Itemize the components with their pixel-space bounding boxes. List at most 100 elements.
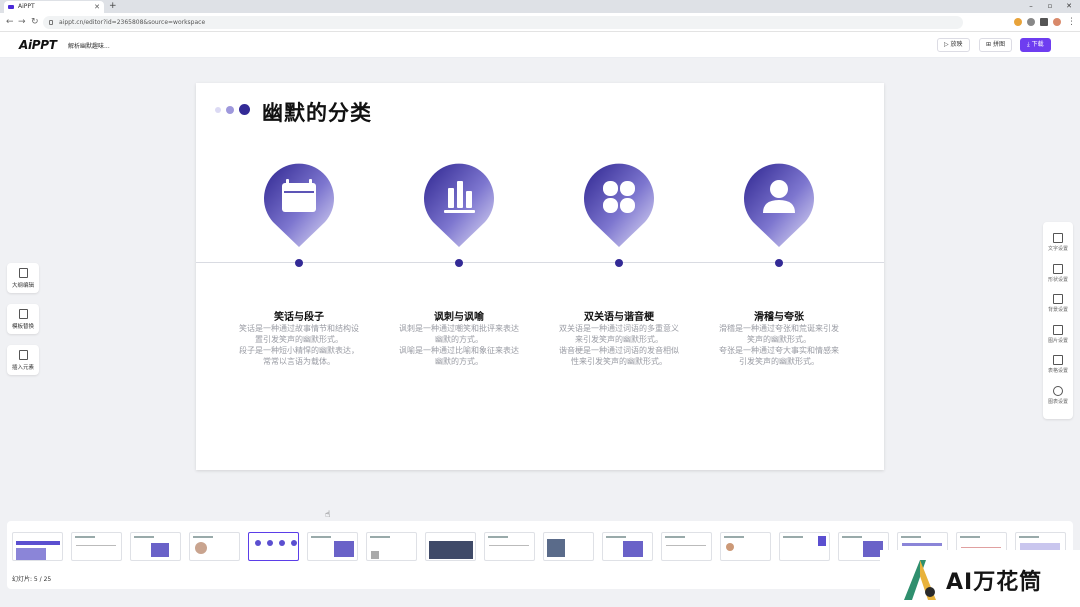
tab-title: AiPPT [18,3,35,10]
decor-dot-1 [215,107,221,113]
address-bar-row: ← → ↻ aippt.cn/editor?id=2365808&source=… [0,13,1080,32]
slide-thumbnail[interactable] [779,532,830,561]
pin-shape-1[interactable] [263,161,335,247]
card-desc-line: 常常以言语为载体。 [263,357,335,366]
window-minimize-icon[interactable]: – [1024,0,1038,12]
card-desc-line: 置引发笑声的幽默形式。 [255,335,343,344]
slide-thumbnail[interactable] [307,532,358,561]
card-desc-line: 谐音梗是一种通过词语的发音相似 [559,346,679,355]
collage-button[interactable]: ⊞ 拼图 [979,38,1012,52]
pin-shape-4[interactable] [743,161,815,247]
url-text: aippt.cn/editor?id=2365808&source=worksp… [59,19,206,26]
watermark-logo-icon [904,560,936,600]
shape-settings-button[interactable]: 形状设置 [1043,264,1073,283]
lock-icon [49,20,53,25]
template-replace-button[interactable]: 模板替换 [7,304,39,334]
slide-thumbnail[interactable] [661,532,712,561]
download-button[interactable]: ⤓ 下载 [1020,38,1051,52]
chart-icon [1053,386,1063,396]
right-settings-panel: 文字设置 形状设置 背景设置 图片设置 表格设置 图表设置 [1043,222,1073,419]
slide-thumbnail[interactable] [366,532,417,561]
card-desc-3[interactable]: 双关语是一种通过词语的多重意义 来引发笑声的幽默形式。 谐音梗是一种通过词语的发… [544,323,694,367]
url-field[interactable]: aippt.cn/editor?id=2365808&source=worksp… [43,16,963,29]
new-tab-button[interactable]: + [109,0,117,13]
slide-canvas[interactable]: 幽默的分类 笑话与段子 笑话是一种通过故事情节和结构设 置引发笑声的幽默形式。 … [196,83,884,470]
timeline-dot-3 [615,259,623,267]
slide-thumbnail[interactable] [130,532,181,561]
outline-icon [18,268,28,278]
table-settings-button[interactable]: 表格设置 [1043,355,1073,374]
card-desc-line: 性来引发笑声的幽默形式。 [571,357,667,366]
card-desc-line: 引发笑声的幽默形式。 [739,357,819,366]
app-logo[interactable]: AiPPT [19,38,57,52]
pin-shape-3[interactable] [583,161,655,247]
slide-thumbnail[interactable] [12,532,63,561]
slide-thumbnail[interactable] [425,532,476,561]
card-title-2[interactable]: 讽刺与讽喻 [384,308,534,323]
app-header: AiPPT 解析幽默趣味... ▷ 放映 ⊞ 拼图 ⤓ 下载 [0,32,1080,58]
hand-cursor-icon: ☝ [325,510,331,520]
slide-title[interactable]: 幽默的分类 [262,97,372,127]
forward-icon[interactable]: → [18,16,26,28]
card-desc-2[interactable]: 讽刺是一种通过嘲笑和批评来表达 幽默的方式。 讽喻是一种通过比喻和象征来表达 幽… [384,323,534,367]
card-title-4[interactable]: 滑稽与夸张 [704,308,854,323]
close-tab-icon[interactable]: ✕ [94,1,100,13]
slide-page-info: 幻灯片: 5 / 25 [12,576,52,583]
browser-menu-icon[interactable]: ⋮ [1067,16,1076,28]
shape-settings-label: 形状设置 [1047,277,1068,283]
slide-thumbnail[interactable] [602,532,653,561]
watermark-text: AI万花筒 [946,570,1043,595]
card-desc-line: 双关语是一种通过词语的多重意义 [559,324,679,333]
reload-icon[interactable]: ↻ [31,16,39,28]
table-icon [1053,355,1063,365]
outline-edit-label: 大纲编辑 [11,283,34,289]
slide-thumbnail[interactable] [189,532,240,561]
chart-settings-button[interactable]: 图表设置 [1043,386,1073,405]
calendar-icon [282,179,316,212]
template-replace-label: 模板替换 [11,324,34,330]
sidebar-icon[interactable] [1040,18,1048,26]
window-close-icon[interactable]: ✕ [1062,0,1076,12]
collage-label: 拼图 [992,41,1005,48]
slide-thumbnail[interactable] [720,532,771,561]
play-button[interactable]: ▷ 放映 [937,38,970,52]
shape-icon [1053,264,1063,274]
table-settings-label: 表格设置 [1047,368,1068,374]
decor-dot-2 [226,106,234,114]
browser-tab[interactable]: AiPPT ✕ [4,1,104,13]
card-desc-line: 来引发笑声的幽默形式。 [575,335,663,344]
slide-thumbnail[interactable] [484,532,535,561]
card-desc-line: 段子是一种短小精悍的幽默表达， [239,346,359,355]
text-settings-button[interactable]: 文字设置 [1043,233,1073,252]
play-label: 放映 [950,41,963,48]
card-desc-1[interactable]: 笑话是一种通过故事情节和结构设 置引发笑声的幽默形式。 段子是一种短小精悍的幽默… [224,323,374,367]
card-desc-line: 幽默的方式。 [435,357,483,366]
background-settings-button[interactable]: 背景设置 [1043,294,1073,313]
outline-edit-button[interactable]: 大纲编辑 [7,263,39,293]
card-desc-4[interactable]: 滑稽是一种通过夸张和荒诞来引发 笑声的幽默形式。 夸张是一种通过夸大事实和情感来… [704,323,854,367]
insert-element-button[interactable]: 插入元素 [7,345,39,375]
extension-icon[interactable] [1014,18,1022,26]
card-desc-line: 滑稽是一种通过夸张和荒诞来引发 [719,324,839,333]
slide-thumbnail[interactable] [71,532,122,561]
favicon-icon [8,5,14,9]
image-icon [1053,325,1063,335]
card-title-1[interactable]: 笑话与段子 [224,308,374,323]
card-title-3[interactable]: 双关语与谐音梗 [544,308,694,323]
card-desc-line: 讽喻是一种通过比喻和象征来表达 [399,346,519,355]
back-icon[interactable]: ← [6,16,14,28]
timeline-dot-1 [295,259,303,267]
profile-avatar[interactable] [1053,18,1061,26]
image-settings-button[interactable]: 图片设置 [1043,325,1073,344]
document-title[interactable]: 解析幽默趣味... [68,41,110,50]
extensions-puzzle-icon[interactable] [1027,18,1035,26]
chart-settings-label: 图表设置 [1047,399,1068,405]
watermark: AI万花筒 [880,550,1080,607]
download-label: 下载 [1031,41,1044,48]
slide-thumbnail[interactable] [543,532,594,561]
text-settings-label: 文字设置 [1047,246,1068,252]
pin-shape-2[interactable] [423,161,495,247]
image-settings-label: 图片设置 [1047,338,1068,344]
slide-thumbnail-current[interactable] [248,532,299,561]
window-maximize-icon[interactable]: ▫ [1043,0,1057,12]
